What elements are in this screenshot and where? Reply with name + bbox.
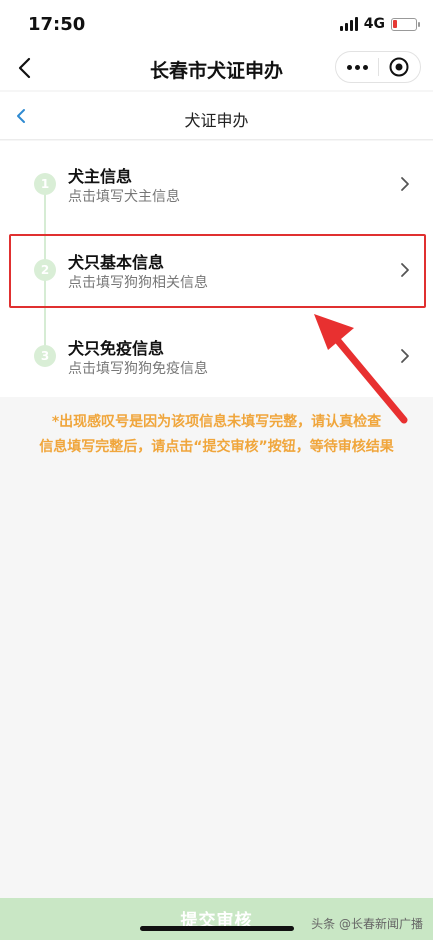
sub-header: 犬证申办 [0, 92, 433, 140]
watermark-text: 头条 @长春新闻广播 [311, 917, 423, 931]
notice-incomplete: *出现感叹号是因为该项信息未填写完整，请认真检查 [51, 414, 382, 430]
network-type: 4G [363, 16, 385, 32]
step-title: 犬只免疫信息 [68, 339, 165, 358]
sub-title: 犬证申办 [184, 111, 249, 130]
more-button[interactable] [336, 52, 378, 82]
status-indicators: 4G [339, 16, 420, 32]
step-subtitle: 点击填写狗狗相关信息 [68, 275, 208, 291]
signal-icon [339, 17, 358, 31]
nav-bar: 长春市犬证申办 [0, 46, 433, 90]
home-indicator [140, 926, 294, 931]
status-bar: 17:50 4G [0, 0, 433, 46]
battery-level [393, 19, 397, 28]
chevron-right-icon [401, 263, 409, 277]
close-button[interactable] [379, 52, 420, 82]
step-owner-info[interactable]: 1 犬主信息 点击填写犬主信息 [0, 141, 433, 227]
step-subtitle: 点击填写犬主信息 [68, 189, 180, 205]
more-dots-icon [346, 64, 368, 70]
step-number: 1 [34, 173, 56, 195]
chevron-right-icon [401, 177, 409, 191]
status-time: 17:50 [28, 14, 86, 35]
step-title: 犬主信息 [68, 167, 133, 186]
mini-program-capsule [335, 51, 421, 83]
watermark: 头条 @长春新闻广播 [311, 915, 423, 932]
step-title: 犬只基本信息 [68, 253, 165, 272]
target-close-icon [389, 57, 409, 77]
battery-icon [391, 17, 420, 31]
step-number: 2 [34, 259, 56, 281]
step-number: 3 [34, 345, 56, 367]
notice-submit: 信息填写完整后，请点击“提交审核”按钮，等待审核结果 [39, 439, 394, 455]
step-subtitle: 点击填写狗狗免疫信息 [68, 361, 208, 377]
